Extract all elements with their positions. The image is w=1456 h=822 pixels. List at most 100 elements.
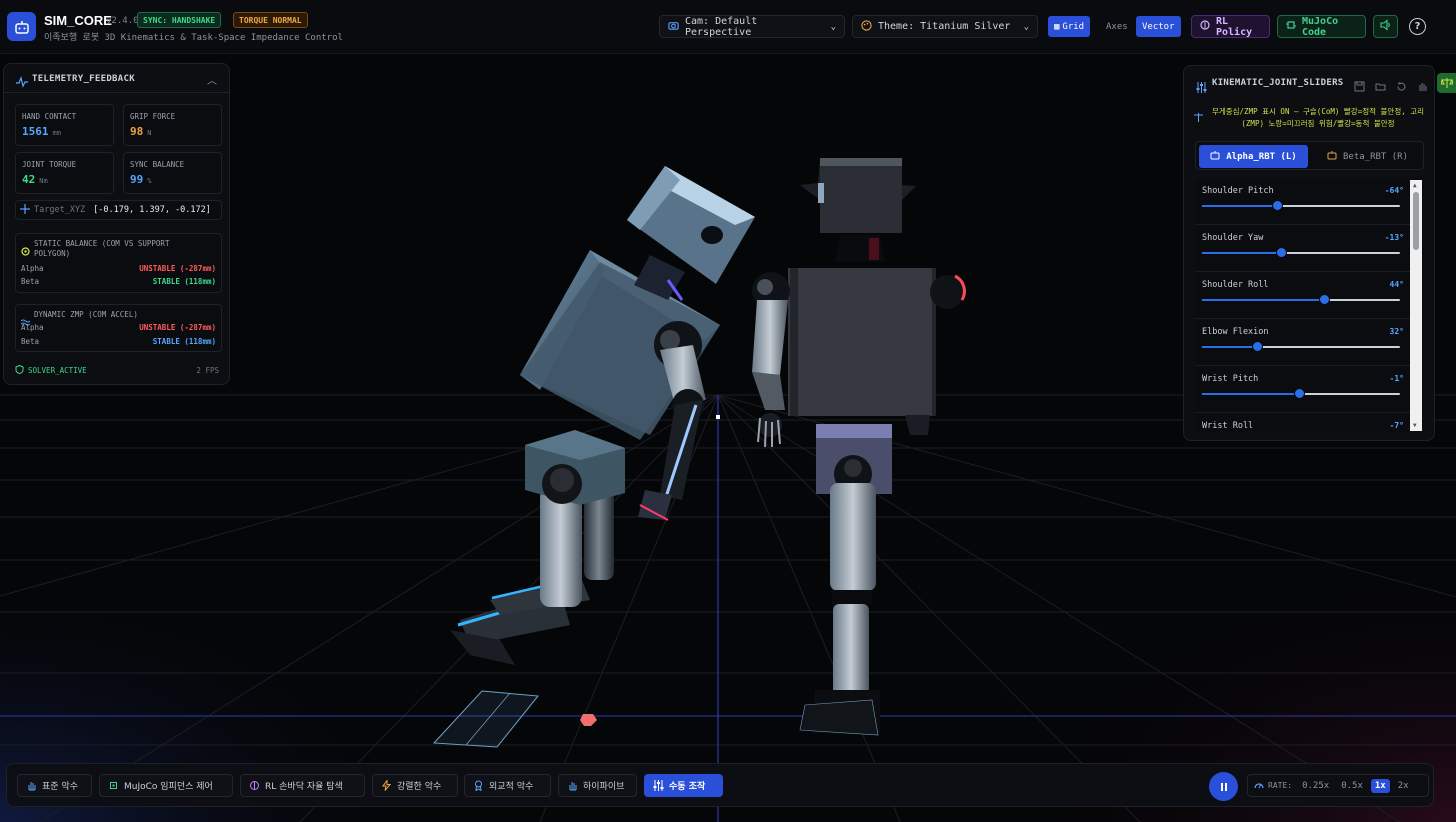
metric-hand-contact: HAND CONTACT 1561 mm bbox=[15, 104, 114, 146]
folder-icon[interactable] bbox=[1375, 77, 1386, 91]
slider-label: Wrist Roll bbox=[1202, 421, 1254, 431]
slider-value: -7° bbox=[1389, 421, 1404, 430]
fps-readout: 2 FPS bbox=[196, 366, 219, 375]
balance-icon bbox=[21, 241, 30, 260]
reset-icon[interactable] bbox=[1396, 77, 1407, 91]
rate-option-0.5x[interactable]: 0.5x bbox=[1337, 779, 1367, 793]
joint-slider-shoulder-yaw: Shoulder Yaw -13° bbox=[1195, 226, 1412, 272]
telemetry-title: TELEMETRY_FEEDBACK bbox=[32, 74, 135, 84]
joint-slider-wrist-roll: Wrist Roll -7° bbox=[1195, 414, 1412, 433]
help-icon[interactable]: ? bbox=[1409, 18, 1426, 35]
slider-track[interactable] bbox=[1202, 247, 1400, 258]
camera-label: Cam: Default Perspective bbox=[685, 15, 758, 38]
slider-track[interactable] bbox=[1202, 294, 1400, 305]
metric-joint-torque: JOINT TORQUE 42 Nm bbox=[15, 152, 114, 194]
side-panel-toggle[interactable] bbox=[1437, 73, 1456, 93]
slider-value: 32° bbox=[1389, 327, 1404, 336]
kinematic-panel: KINEMATIC_JOINT_SLIDERS 무게중심/ZMP 표시 ON —… bbox=[1183, 65, 1435, 441]
camera-icon bbox=[668, 20, 679, 34]
robot-icon bbox=[1327, 150, 1337, 163]
dynamic-zmp-box: DYNAMIC ZMP (COM ACCEL) Alpha UNSTABLE (… bbox=[15, 304, 222, 352]
tab-alpha-robot[interactable]: Alpha_RBT (L) bbox=[1199, 145, 1308, 168]
mode-button-3[interactable]: 강렬한 악수 bbox=[372, 774, 458, 797]
joint-slider-shoulder-pitch: Shoulder Pitch -64° bbox=[1195, 179, 1412, 225]
telemetry-panel: TELEMETRY_FEEDBACK ︿ HAND CONTACT 1561 mm… bbox=[3, 63, 230, 385]
joint-slider-shoulder-roll: Shoulder Roll 44° bbox=[1195, 273, 1412, 319]
cpu-icon bbox=[108, 780, 119, 791]
mode-label: 수동 조작 bbox=[669, 782, 706, 792]
slider-fill bbox=[1202, 299, 1325, 301]
lightning-icon bbox=[381, 780, 392, 791]
mode-button-1[interactable]: MuJoCo 임피던스 제어 bbox=[99, 774, 233, 797]
mode-button-5[interactable]: 하이파이브 bbox=[558, 774, 637, 797]
robot-icon bbox=[1210, 150, 1220, 163]
slider-value: 44° bbox=[1389, 280, 1404, 289]
slider-track[interactable] bbox=[1202, 388, 1400, 399]
scale-icon bbox=[1439, 74, 1454, 93]
metric-sync-balance: SYNC BALANCE 99% bbox=[123, 152, 222, 194]
mode-button-6[interactable]: 수동 조작 bbox=[644, 774, 723, 797]
torque-status-badge: TORQUE NORMAL bbox=[233, 12, 308, 28]
mode-label: 표준 악수 bbox=[42, 782, 78, 792]
slider-value: -64° bbox=[1384, 186, 1404, 195]
rate-option-2x[interactable]: 2x bbox=[1394, 779, 1413, 793]
slider-scrollbar[interactable]: ▲ ▼ bbox=[1410, 180, 1422, 431]
joint-slider-elbow-flexion: Elbow Flexion 32° bbox=[1195, 320, 1412, 366]
com-zmp-note: 무게중심/ZMP 표시 ON — 구슬(CoM) 빨강=정적 불안정, 고리(Z… bbox=[1211, 107, 1425, 128]
mode-button-0[interactable]: 표준 악수 bbox=[17, 774, 92, 797]
slider-thumb[interactable] bbox=[1275, 247, 1287, 258]
mode-label: 하이파이브 bbox=[583, 782, 625, 792]
cpu-icon bbox=[1286, 20, 1296, 33]
theme-select[interactable]: Theme: Titanium Silver ⌄ bbox=[852, 15, 1038, 38]
rate-selector: RATE: 0.25x 0.5x 1x 2x bbox=[1247, 774, 1429, 797]
pause-icon bbox=[1219, 777, 1229, 796]
slider-track[interactable] bbox=[1202, 200, 1400, 211]
app-subtitle: 이족보행 로봇 3D Kinematics & Task-Space Imped… bbox=[44, 33, 343, 43]
rate-option-0.25x[interactable]: 0.25x bbox=[1298, 779, 1333, 793]
mujoco-code-button[interactable]: MuJoCo Code bbox=[1277, 15, 1366, 38]
target-xyz-readout: Target_XYZ [-0.179, 1.397, -0.172] bbox=[15, 200, 222, 220]
chevron-down-icon: ⌄ bbox=[830, 21, 836, 32]
grid-icon: ▦ bbox=[1054, 21, 1060, 32]
brain-icon bbox=[249, 780, 260, 791]
vector-toggle[interactable]: Vector bbox=[1136, 16, 1181, 37]
static-balance-box: STATIC BALANCE (COM VS SUPPORT POLYGON) … bbox=[15, 233, 222, 293]
slider-value: -1° bbox=[1389, 374, 1404, 383]
axes-toggle[interactable]: Axes bbox=[1100, 16, 1134, 37]
sound-toggle[interactable] bbox=[1373, 15, 1398, 38]
slider-fill bbox=[1202, 252, 1282, 254]
hand-icon[interactable] bbox=[1417, 77, 1428, 91]
shield-check-icon bbox=[15, 364, 24, 376]
award-icon bbox=[473, 780, 484, 791]
solver-status: SOLVER_ACTIVE bbox=[15, 364, 87, 376]
mode-button-4[interactable]: 외교적 악수 bbox=[464, 774, 551, 797]
slider-thumb[interactable] bbox=[1271, 200, 1283, 211]
slider-thumb[interactable] bbox=[1319, 294, 1331, 305]
chevron-up-icon[interactable]: ︿ bbox=[207, 72, 217, 87]
sliders-icon bbox=[653, 780, 664, 791]
scrollbar-thumb[interactable] bbox=[1413, 192, 1419, 250]
slider-thumb[interactable] bbox=[1251, 341, 1263, 352]
mode-button-2[interactable]: RL 손바닥 자율 탐색 bbox=[240, 774, 365, 797]
rl-policy-button[interactable]: RL Policy bbox=[1191, 15, 1270, 38]
rate-option-1x[interactable]: 1x bbox=[1370, 778, 1390, 793]
kinematic-title: KINEMATIC_JOINT_SLIDERS bbox=[1212, 78, 1344, 88]
tab-beta-robot[interactable]: Beta_RBT (R) bbox=[1313, 145, 1422, 168]
sliders-icon bbox=[1196, 78, 1207, 97]
hand-icon bbox=[567, 780, 578, 791]
metric-grip-force: GRIP FORCE 98 N bbox=[123, 104, 222, 146]
grid-toggle[interactable]: ▦ Grid bbox=[1048, 16, 1091, 37]
theme-label: Theme: Titanium Silver bbox=[878, 21, 1011, 32]
pause-button[interactable] bbox=[1209, 772, 1238, 801]
mode-label: 외교적 악수 bbox=[489, 782, 534, 792]
rate-label: RATE: bbox=[1268, 781, 1293, 790]
chevron-down-icon: ⌄ bbox=[1023, 21, 1029, 32]
slider-thumb[interactable] bbox=[1293, 388, 1305, 399]
slider-label: Wrist Pitch bbox=[1202, 374, 1259, 384]
camera-select[interactable]: Cam: Default Perspective ⌄ bbox=[659, 15, 845, 38]
slider-track[interactable] bbox=[1202, 341, 1400, 352]
joint-slider-wrist-pitch: Wrist Pitch -1° bbox=[1195, 367, 1412, 413]
mode-label: MuJoCo 임피던스 제어 bbox=[124, 782, 213, 792]
save-icon[interactable] bbox=[1354, 77, 1365, 92]
top-bar: SIM_CORE v2.4.0 이족보행 로봇 3D Kinematics & … bbox=[0, 0, 1456, 54]
